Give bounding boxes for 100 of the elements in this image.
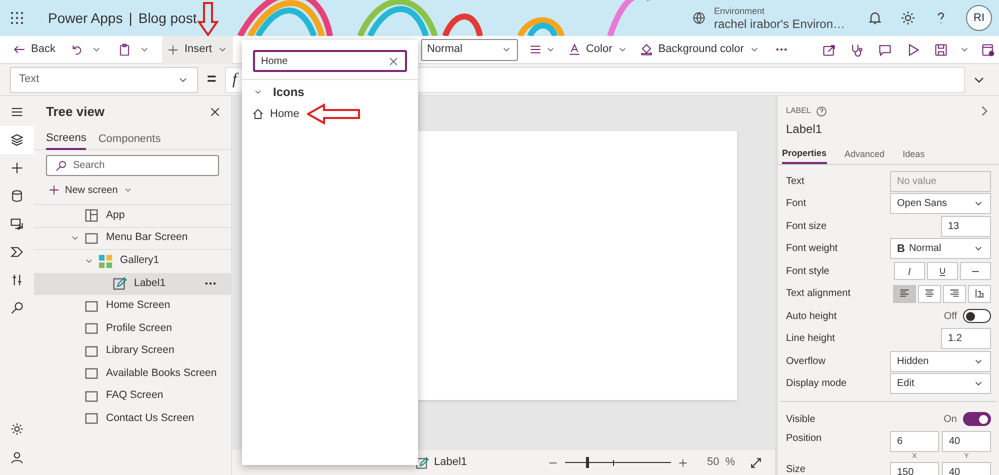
save-icon: [934, 42, 948, 56]
number-input[interactable]: 40: [942, 430, 991, 452]
tree-tab[interactable]: Screens: [46, 128, 86, 150]
property-dropdown[interactable]: Open Sans: [890, 193, 991, 214]
property-dropdown[interactable]: Hidden: [890, 350, 991, 372]
align-left-icon: [899, 288, 910, 300]
tree-item[interactable]: Label1: [34, 272, 231, 295]
stethoscope-icon: [850, 42, 864, 56]
app-name: Power Apps: [48, 8, 123, 28]
underline-icon: [937, 266, 948, 277]
panel-title: Tree view: [46, 103, 106, 122]
align-center-button[interactable]: [918, 284, 941, 303]
tree-tab[interactable]: Components: [98, 128, 161, 150]
database-icon: [10, 189, 24, 203]
paint-bucket-icon: [640, 43, 654, 56]
layers-rail-button[interactable]: [0, 126, 34, 154]
tree-item[interactable]: Menu Bar Screen: [34, 228, 231, 250]
tree-item[interactable]: Contact Us Screen: [34, 408, 231, 430]
tree-item[interactable]: Profile Screen: [34, 318, 231, 340]
back-button[interactable]: Back: [10, 36, 58, 62]
number-input[interactable]: 13: [941, 216, 991, 237]
equals-sign: =: [207, 70, 216, 90]
title-separator: |: [128, 8, 132, 28]
zoom-in-icon[interactable]: [676, 456, 689, 468]
property-label: Overflow: [786, 354, 826, 369]
environment-name[interactable]: rachel irabor's Environ…: [714, 18, 845, 31]
zoom-slider[interactable]: [564, 456, 671, 468]
annotation-arrow: [197, 2, 219, 36]
align-right-button[interactable]: [943, 284, 966, 303]
toggle-switch[interactable]: [963, 412, 991, 426]
property-label: Font weight: [786, 242, 839, 256]
tree-item[interactable]: App: [34, 205, 231, 228]
color-button[interactable]: Color: [564, 36, 632, 62]
text-style-dropdown[interactable]: Normal: [420, 38, 518, 60]
screen-icon: [84, 321, 99, 336]
search-field[interactable]: Search: [46, 155, 219, 176]
align-right-icon: [949, 288, 960, 300]
app-grid-icon: [84, 208, 99, 224]
property-label: Size: [786, 463, 806, 475]
align-vertical-button[interactable]: [968, 284, 991, 303]
new-screen-button[interactable]: New screen: [48, 180, 231, 200]
panel-tab[interactable]: Advanced: [844, 146, 885, 164]
search-icon: [55, 160, 67, 172]
settings-icon: [10, 422, 24, 436]
tree-item[interactable]: Home Screen: [34, 295, 231, 318]
panel-tab[interactable]: Properties: [782, 146, 827, 164]
settings-icon[interactable]: [900, 10, 916, 26]
menu-item[interactable]: Home: [242, 103, 418, 125]
panel-tab[interactable]: Ideas: [902, 146, 925, 164]
screen-icon: [84, 411, 99, 426]
align-vertical-icon: [974, 288, 985, 300]
user-avatar[interactable]: RI: [966, 5, 992, 31]
undo-icon: [70, 43, 84, 56]
number-input[interactable]: 1.2: [941, 328, 991, 350]
tree-item[interactable]: Gallery1: [34, 250, 231, 272]
toggle-switch[interactable]: [963, 309, 991, 324]
tree-item[interactable]: Library Screen: [34, 340, 231, 362]
number-input[interactable]: 40: [942, 462, 991, 475]
search-field[interactable]: Home: [253, 50, 407, 72]
background-color-button[interactable]: Background color: [637, 36, 763, 62]
home-icon: [252, 108, 264, 120]
help-icon[interactable]: [816, 106, 827, 116]
selected-control[interactable]: Label1: [415, 454, 468, 471]
number-input[interactable]: 150: [890, 462, 939, 475]
font-color-icon: [568, 43, 581, 56]
plus-icon: [48, 184, 60, 196]
property-dropdown[interactable]: Edit: [890, 373, 991, 394]
tools-icon: [10, 273, 24, 287]
align-lines-icon: [528, 43, 542, 56]
control-type: LABEL: [786, 105, 811, 117]
notification-bell-icon[interactable]: [867, 10, 883, 26]
screen-icon: [84, 366, 99, 382]
insert-menu-button[interactable]: Insert: [162, 36, 233, 64]
gallery-icon: [98, 254, 113, 269]
layers-icon: [10, 133, 24, 147]
property-label: Position: [786, 432, 823, 446]
zoom-slider-thumb[interactable]: [586, 457, 590, 468]
close-icon[interactable]: [209, 106, 221, 118]
clear-icon[interactable]: [388, 56, 399, 66]
property-dropdown[interactable]: Text: [10, 66, 198, 92]
screen-icon: [84, 230, 99, 246]
property-dropdown[interactable]: B Normal: [890, 238, 991, 260]
control-name: Label1: [786, 121, 824, 138]
environment-label: Environment: [714, 5, 766, 18]
fullscreen-icon[interactable]: [749, 456, 763, 470]
person-icon: [10, 450, 24, 464]
edit-label-icon: [112, 276, 127, 292]
zoom-unit: %: [725, 455, 735, 470]
number-input[interactable]: 6: [890, 430, 939, 452]
property-label: Auto height: [786, 310, 838, 324]
annotation-arrow: [307, 103, 361, 125]
screen-icon: [84, 298, 99, 314]
tree-item[interactable]: Available Books Screen: [34, 362, 231, 385]
tree-item[interactable]: FAQ Screen: [34, 385, 231, 408]
property-label: Text alignment: [786, 287, 852, 302]
property-label: Font style: [786, 264, 830, 279]
align-left-button[interactable]: [893, 284, 916, 303]
app-launcher-icon[interactable]: [10, 11, 24, 25]
property-label: Font size: [786, 220, 828, 234]
underline-button[interactable]: [927, 262, 958, 280]
